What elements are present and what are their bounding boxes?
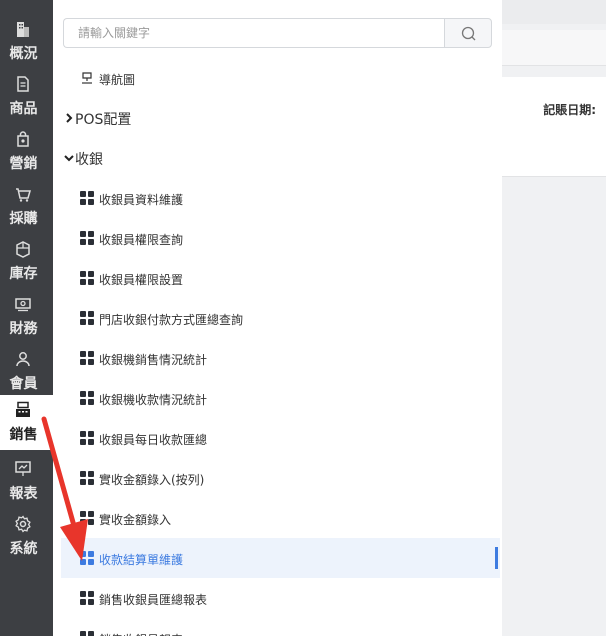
background-header <box>502 0 606 24</box>
user-icon <box>16 352 30 367</box>
menu-item-label: 收銀員每日收款匯總 <box>99 433 208 447</box>
sidebar-item-label: 概況 <box>9 46 38 62</box>
cash-register-icon <box>16 401 30 417</box>
grid-icon <box>80 351 94 365</box>
menu-item-label: 收款結算單維護 <box>99 553 184 567</box>
menu-item-label: 門店收銀付款方式匯總查詢 <box>99 313 244 327</box>
menu-item-label: 收銀機銷售情況統計 <box>99 353 208 367</box>
menu-item-label: 收銀員權限查詢 <box>99 233 184 247</box>
search-icon <box>461 26 476 41</box>
menu-item[interactable]: 收銀機收款情況統計 <box>61 378 500 418</box>
menu-group-label: 收銀 <box>75 152 103 168</box>
sidebar-item-label: 財務 <box>9 321 38 337</box>
menu-item[interactable]: 收銀機銷售情況統計 <box>61 338 500 378</box>
tag-bag-icon <box>17 131 29 147</box>
background-content: 記賬日期: <box>502 77 606 177</box>
menu-item[interactable]: 收款結算單維護 <box>61 538 500 578</box>
menu-item[interactable]: 收銀員權限查詢 <box>61 218 500 258</box>
annotation-arrow <box>41 416 88 561</box>
money-icon <box>15 298 31 312</box>
background-tabbar <box>502 30 606 66</box>
menu-item[interactable]: 實收金額錄入(按列) <box>61 458 500 498</box>
menu-group-cashier[interactable]: 收銀 <box>61 138 500 178</box>
grid-icon <box>80 631 94 636</box>
menu-item-label: 銷售收銀員報表 <box>99 631 183 636</box>
menu-item-label: 收銀機收款情況統計 <box>99 393 208 407</box>
basket-icon <box>16 188 31 202</box>
menu-item-label: 銷售收銀員匯總報表 <box>99 593 208 607</box>
menu-group-label: POS配置 <box>75 112 132 128</box>
chevron-down-icon <box>64 155 74 162</box>
menu-item[interactable]: 收銀員資料維護 <box>61 178 500 218</box>
sidebar-item-label: 營銷 <box>9 156 38 172</box>
grid-icon <box>80 391 94 405</box>
menu-panel: 導航圖 POS配置 收銀 收銀員資料維護收銀員權限查詢收銀員權限設置門店收銀付款… <box>53 0 502 636</box>
menu-item-nav-map[interactable]: 導航圖 <box>61 58 500 98</box>
sidebar-item-label: 庫存 <box>9 266 38 282</box>
menu-item[interactable]: 實收金額錄入 <box>61 498 500 538</box>
grid-icon <box>80 591 94 605</box>
sidebar-item-marketing[interactable]: 營銷 <box>0 124 53 179</box>
document-icon <box>17 76 29 92</box>
menu-item[interactable]: 門店收銀付款方式匯總查詢 <box>61 298 500 338</box>
menu-item[interactable]: 銷售收銀員匯總報表 <box>61 578 500 618</box>
menu-item-label: 導航圖 <box>99 73 136 87</box>
sidebar-item-finance[interactable]: 財務 <box>0 289 53 344</box>
grid-icon <box>80 191 94 205</box>
sidebar-item-products[interactable]: 商品 <box>0 69 53 124</box>
map-icon <box>82 72 92 84</box>
menu-item[interactable]: 銷售收銀員報表 <box>61 618 500 636</box>
sidebar-item-members[interactable]: 會員 <box>0 344 53 399</box>
menu-item-label: 收銀員資料維護 <box>99 193 184 207</box>
sidebar-item-label: 商品 <box>9 101 38 117</box>
grid-icon <box>80 311 94 325</box>
search-input[interactable] <box>63 18 445 48</box>
menu-item-label: 實收金額錄入(按列) <box>99 473 205 487</box>
menu-item-label: 收銀員權限設置 <box>99 273 184 287</box>
chart-board-icon <box>15 461 31 476</box>
sidebar-item-overview[interactable]: 概況 <box>0 14 53 69</box>
sidebar-item-inventory[interactable]: 庫存 <box>0 234 53 289</box>
sidebar-item-label: 採購 <box>9 211 38 227</box>
menu-search <box>63 18 492 48</box>
grid-icon <box>80 231 94 245</box>
menu-item[interactable]: 收銀員權限設置 <box>61 258 500 298</box>
menu-item-label: 實收金額錄入 <box>99 513 172 527</box>
sidebar-item-label: 會員 <box>9 376 38 392</box>
chevron-right-icon <box>66 113 73 123</box>
active-indicator <box>495 547 498 569</box>
building-icon <box>17 22 29 37</box>
search-button[interactable] <box>444 18 492 48</box>
box-icon <box>16 241 30 258</box>
gear-icon <box>15 515 31 533</box>
menu-group-pos-config[interactable]: POS配置 <box>61 98 500 138</box>
posting-date-label: 記賬日期: <box>543 103 596 117</box>
grid-icon <box>80 271 94 285</box>
menu-item[interactable]: 收銀員每日收款匯總 <box>61 418 500 458</box>
sidebar-item-purchasing[interactable]: 採購 <box>0 179 53 234</box>
